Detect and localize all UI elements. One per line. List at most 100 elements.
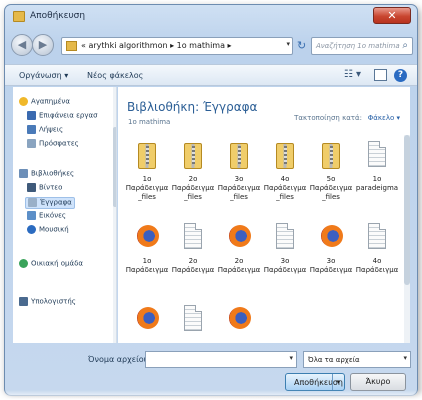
navigation-pane: Αγαπημένα Επιφάνεια εργασ Λήψεις Πρόσφατ…: [13, 87, 117, 343]
document-icon: [184, 305, 202, 331]
documents-icon: [28, 198, 37, 207]
document-icon: [276, 223, 294, 249]
save-options-bar: Όνομα αρχείου: ▾ Όλα τα αρχεία ▾ Αποθήκε…: [5, 345, 417, 395]
zip-folder-icon: [322, 143, 340, 169]
search-placeholder: Αναζήτηση 1o mathima: [316, 42, 400, 50]
save-split-dropdown[interactable]: ▾: [332, 374, 344, 390]
folder-icon: [13, 11, 25, 22]
organize-button[interactable]: Οργάνωση ▾: [19, 71, 68, 80]
file-list-scrollbar[interactable]: [404, 135, 410, 343]
file-item[interactable]: 3o Παράδειγμα_files: [216, 137, 262, 217]
file-item[interactable]: 4o Παράδειγμα: [354, 219, 400, 299]
sidebar-item-videos[interactable]: Βίντεο: [27, 183, 62, 195]
firefox-html-icon: [229, 307, 251, 329]
homegroup-icon: [19, 259, 28, 268]
file-item[interactable]: 3o Παράδειγμα: [262, 219, 308, 299]
sidebar-item-downloads[interactable]: Λήψεις: [27, 125, 63, 137]
chevron-down-icon: ▾: [403, 354, 407, 362]
zip-folder-icon: [138, 143, 156, 169]
file-item[interactable]: 4o Παράδειγμα_files: [262, 137, 308, 217]
address-bar[interactable]: « arythki algorithmon ▸ 1o mathima ▸ ▾: [61, 37, 293, 55]
navigation-scrollbar[interactable]: [113, 87, 116, 343]
save-button[interactable]: Αποθήκευση ▾: [285, 373, 345, 391]
file-name: 3o Παράδειγμα: [263, 257, 307, 274]
sidebar-item-music[interactable]: Μουσική: [27, 225, 69, 237]
sidebar-item-pictures[interactable]: Εικόνες: [27, 211, 66, 223]
forward-button[interactable]: ▶: [32, 34, 54, 56]
file-list-pane: Βιβλιοθήκη: Έγγραφα 1o mathima Τακτοποίη…: [118, 87, 410, 343]
file-name: 1o Παράδειγμα_files: [125, 175, 169, 201]
preview-pane-icon[interactable]: [374, 69, 387, 81]
computer-icon: [19, 297, 28, 306]
sidebar-item-recent[interactable]: Πρόσφατες: [27, 139, 79, 151]
close-icon: ✕: [387, 9, 397, 22]
cancel-button[interactable]: Άκυρο: [350, 373, 406, 391]
downloads-icon: [27, 125, 36, 134]
window-title: Αποθήκευση: [30, 11, 86, 21]
recent-icon: [27, 139, 36, 148]
file-name: 2o Παράδειγμα_files: [171, 175, 215, 201]
scrollbar-thumb[interactable]: [404, 135, 410, 285]
scrollbar-thumb[interactable]: [113, 127, 116, 207]
breadcrumb[interactable]: « arythki algorithmon ▸ 1o mathima ▸: [81, 41, 232, 50]
help-icon[interactable]: ?: [394, 69, 407, 82]
filename-field[interactable]: ▾: [145, 351, 297, 368]
file-name: 4o Παράδειγμα: [355, 257, 399, 274]
sidebar-item-desktop[interactable]: Επιφάνεια εργασ: [27, 111, 98, 123]
firefox-html-icon: [229, 225, 251, 247]
file-item[interactable]: 2o Παράδειγμα: [170, 219, 216, 299]
views-icon[interactable]: ☷ ▾: [344, 69, 361, 80]
address-dropdown-icon[interactable]: ▾: [286, 40, 290, 48]
desktop-icon: [27, 111, 36, 120]
sidebar-item-libraries[interactable]: Βιβλιοθήκες: [19, 169, 74, 181]
file-item[interactable]: [216, 301, 262, 343]
search-icon[interactable]: ⌕: [402, 40, 408, 51]
chevron-down-icon[interactable]: ▾: [289, 354, 293, 362]
zip-folder-icon: [230, 143, 248, 169]
file-item[interactable]: [124, 301, 170, 343]
document-icon: [184, 223, 202, 249]
forward-arrow-icon: ▶: [38, 38, 48, 51]
file-item[interactable]: 1o Παράδειγμα_files: [124, 137, 170, 217]
file-item[interactable]: 2o Παράδειγμα: [216, 219, 262, 299]
file-name: 2o Παράδειγμα: [217, 257, 261, 274]
sidebar-item-documents[interactable]: Έγγραφα: [25, 197, 75, 209]
file-name: 5o Παράδειγμα_files: [309, 175, 353, 201]
zip-folder-icon: [276, 143, 294, 169]
back-arrow-icon: ◀: [17, 38, 27, 51]
file-item[interactable]: [170, 301, 216, 343]
pictures-icon: [27, 211, 36, 220]
filetype-value: Όλα τα αρχεία: [308, 356, 360, 364]
new-folder-button[interactable]: Νέος φάκελος: [87, 71, 143, 80]
file-item[interactable]: 3o Παράδειγμα: [308, 219, 354, 299]
arrange-by-dropdown[interactable]: Φάκελο ▾: [368, 114, 400, 122]
file-item[interactable]: 1o Παράδειγμα: [124, 219, 170, 299]
save-dialog-window: Αποθήκευση ✕ ◀ ▶ « arythki algorithmon ▸…: [4, 4, 418, 396]
file-name: 1o Παράδειγμα: [125, 257, 169, 274]
command-toolbar: Οργάνωση ▾ Νέος φάκελος ☷ ▾ ?: [5, 64, 417, 86]
sidebar-item-homegroup[interactable]: Οικιακή ομάδα: [19, 259, 83, 271]
sidebar-item-computer[interactable]: Υπολογιστής: [19, 297, 76, 309]
file-name: 2o Παράδειγμα: [171, 257, 215, 274]
zip-folder-icon: [184, 143, 202, 169]
refresh-icon[interactable]: ↻: [297, 39, 306, 52]
file-name: 1o paradeigma: [355, 175, 399, 192]
close-button[interactable]: ✕: [373, 7, 411, 24]
filetype-select[interactable]: Όλα τα αρχεία ▾: [303, 351, 411, 368]
file-item[interactable]: 2o Παράδειγμα_files: [170, 137, 216, 217]
firefox-html-icon: [137, 225, 159, 247]
file-item[interactable]: 1o paradeigma: [354, 137, 400, 217]
filename-label: Όνομα αρχείου:: [88, 355, 151, 364]
back-button[interactable]: ◀: [11, 34, 33, 56]
library-subtitle: 1o mathima: [128, 118, 171, 126]
title-bar: Αποθήκευση ✕: [5, 5, 417, 29]
music-icon: [27, 225, 36, 234]
file-name: 3o Παράδειγμα_files: [217, 175, 261, 201]
video-icon: [27, 183, 36, 192]
search-input[interactable]: Αναζήτηση 1o mathima ⌕: [311, 37, 413, 55]
sidebar-item-favorites[interactable]: Αγαπημένα: [19, 97, 70, 109]
file-item[interactable]: 5o Παράδειγμα_files: [308, 137, 354, 217]
library-title: Βιβλιοθήκη: Έγγραφα: [127, 100, 258, 114]
firefox-html-icon: [321, 225, 343, 247]
navigation-bar: ◀ ▶ « arythki algorithmon ▸ 1o mathima ▸…: [5, 30, 417, 60]
